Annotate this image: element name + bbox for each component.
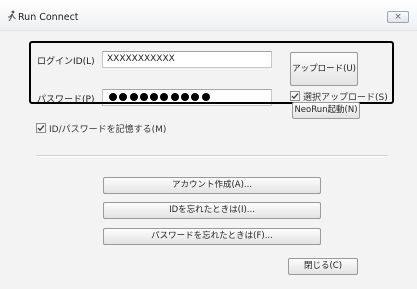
forgot-password-button[interactable]: パスワードを忘れたときは(F)... (103, 228, 321, 245)
separator (36, 155, 388, 157)
password-mask (109, 93, 212, 104)
title-bar: Run Connect × (0, 0, 417, 31)
password-label: パスワード(P) (37, 95, 95, 105)
remember-credentials-checkbox[interactable]: ID/パスワードを記憶する(M) (36, 122, 166, 135)
check-icon (36, 123, 46, 133)
remember-credentials-label: ID/パスワードを記憶する(M) (49, 125, 167, 135)
close-icon[interactable]: × (387, 11, 409, 23)
login-id-field[interactable]: XXXXXXXXXXX (102, 51, 272, 68)
login-id-label: ログインID(L) (37, 57, 95, 67)
create-account-button[interactable]: アカウント作成(A)... (103, 177, 321, 194)
runner-icon (6, 10, 18, 22)
neorun-launch-button[interactable]: NeoRun起動(N) (292, 102, 360, 119)
close-button[interactable]: 閉じる(C) (288, 258, 358, 275)
password-field[interactable] (102, 89, 272, 106)
window-title: Run Connect (18, 12, 79, 23)
run-connect-window: Run Connect × ログインID(L) XXXXXXXXXXX パスワー… (0, 0, 417, 289)
forgot-id-button[interactable]: IDを忘れたときは(I)... (103, 202, 321, 219)
check-icon (290, 91, 300, 101)
upload-button[interactable]: アップロード(U) (290, 52, 358, 86)
